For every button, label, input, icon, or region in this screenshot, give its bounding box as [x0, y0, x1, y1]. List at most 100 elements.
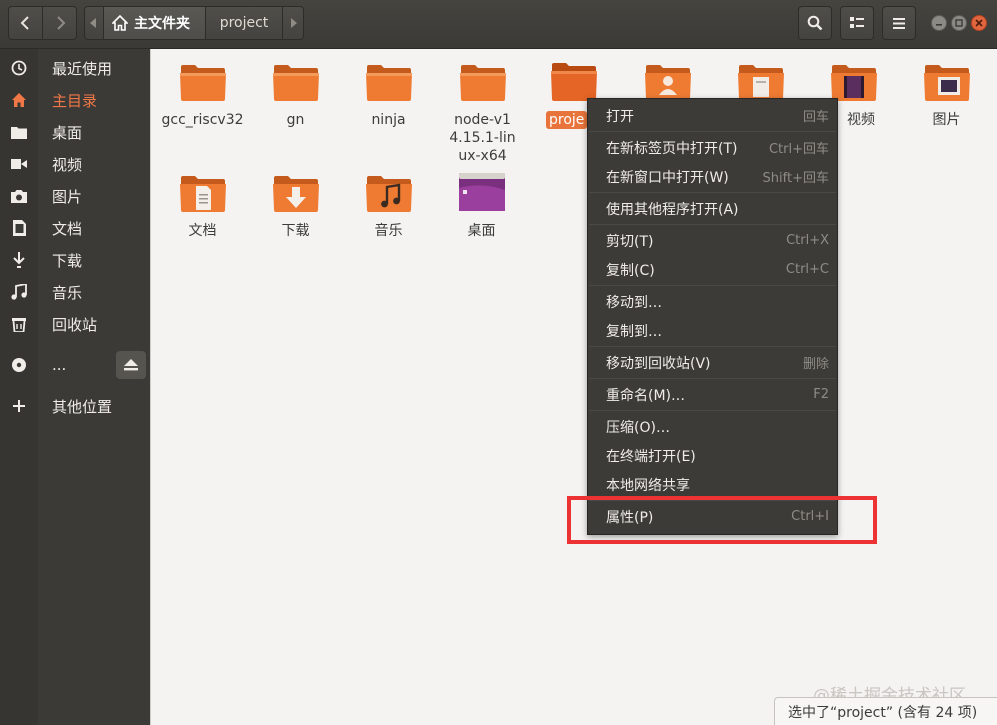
file-name: 音乐 [374, 223, 403, 239]
sidebar-item-label: 音乐 [52, 283, 83, 302]
close-button[interactable] [971, 15, 987, 31]
file-item[interactable]: 桌面 [435, 172, 528, 240]
home-icon [0, 84, 38, 116]
file-name: gn [286, 112, 305, 128]
folder-desktop-icon [458, 172, 506, 216]
sidebar-item-label: ... [52, 356, 67, 374]
eject-button[interactable] [116, 351, 146, 379]
folder-icon [365, 61, 413, 105]
sidebar-item-downloads[interactable]: 下载 [0, 244, 150, 276]
sidebar-item-music[interactable]: 音乐 [0, 276, 150, 308]
menu-separator [589, 224, 836, 225]
file-item[interactable]: node-v14.15.1-linux-x64 [435, 61, 530, 165]
sidebar-item-pictures[interactable]: 图片 [0, 180, 150, 212]
maximize-button[interactable] [951, 15, 967, 31]
file-item[interactable]: 图片 [900, 61, 993, 129]
menu-item-cut[interactable]: 剪切(T) Ctrl+X [588, 226, 837, 255]
sidebar-item-label: 文档 [52, 219, 83, 238]
breadcrumb-project[interactable]: project [205, 6, 283, 40]
file-name: ninja [371, 112, 406, 128]
menu-item-label: 复制(C) [606, 262, 655, 279]
folder-pictures-icon [923, 61, 971, 105]
menu-item-label: 复制到… [606, 323, 662, 340]
camera-icon [0, 180, 38, 212]
close-icon [975, 19, 983, 27]
folder-music-icon [365, 172, 413, 216]
menu-item-copy[interactable]: 复制(C) Ctrl+C [588, 255, 837, 284]
menu-item-label: 使用其他程序打开(A) [606, 201, 739, 218]
home-icon [112, 15, 128, 31]
menu-separator [589, 285, 836, 286]
sidebar-item-label: 其他位置 [52, 397, 113, 416]
file-name: proje [546, 111, 588, 129]
menu-item-open-in-terminal[interactable]: 在终端打开(E) [588, 441, 837, 470]
breadcrumb-home[interactable]: 主文件夹 [103, 6, 206, 40]
path-scroll-left-button[interactable] [84, 6, 104, 40]
menu-separator [589, 410, 836, 411]
menu-item-move-to[interactable]: 移动到… [588, 287, 837, 316]
annotation-highlight-box [567, 496, 877, 544]
menu-item-accel: F2 [813, 387, 829, 402]
menu-separator [589, 378, 836, 379]
menu-item-accel: 删除 [802, 357, 829, 372]
sidebar-item-trash[interactable]: 回收站 [0, 308, 150, 340]
menu-item-rename[interactable]: 重命名(M)… F2 [588, 380, 837, 409]
trash-icon [0, 308, 38, 340]
file-item[interactable]: 文档 [156, 172, 249, 240]
sidebar-item-other-locations[interactable]: 其他位置 [0, 390, 150, 422]
file-item[interactable]: 下载 [249, 172, 342, 240]
sidebar-item-desktop[interactable]: 桌面 [0, 116, 150, 148]
sidebar-item-label: 下载 [52, 251, 83, 270]
selection-status-text: 选中了“project” (含有 24 项) [788, 704, 978, 721]
sidebar-item-videos[interactable]: 视频 [0, 148, 150, 180]
menu-item-copy-to[interactable]: 复制到… [588, 316, 837, 345]
file-item[interactable]: gcc_riscv32 [156, 61, 249, 129]
sidebar-item-label: 最近使用 [52, 59, 113, 78]
file-grid[interactable]: gcc_riscv32 gn ninja node-v14.15.1-linux… [151, 49, 997, 725]
file-item[interactable]: ninja [342, 61, 435, 129]
menu-item-open-with[interactable]: 使用其他程序打开(A) [588, 194, 837, 223]
search-button[interactable] [798, 6, 832, 40]
minimize-icon [936, 24, 942, 26]
file-name: 文档 [188, 223, 217, 239]
file-item[interactable]: 音乐 [342, 172, 435, 240]
download-icon [0, 244, 38, 276]
document-icon [0, 212, 38, 244]
folder-icon [0, 116, 38, 148]
minimize-button[interactable] [931, 15, 947, 31]
menu-button[interactable] [882, 6, 916, 40]
file-name: 下载 [281, 223, 310, 239]
menu-item-move-to-trash[interactable]: 移动到回收站(V) 删除 [588, 348, 837, 377]
menu-item-open[interactable]: 打开 回车 [588, 101, 837, 130]
menu-item-label: 剪切(T) [606, 233, 654, 250]
menu-separator [589, 192, 836, 193]
view-options-button[interactable] [840, 6, 874, 40]
menu-item-label: 移动到回收站(V) [606, 355, 711, 372]
menu-item-local-network-share[interactable]: 本地网络共享 [588, 470, 837, 499]
back-button[interactable] [8, 6, 43, 40]
plus-icon [0, 390, 38, 422]
sidebar-item-home[interactable]: 主目录 [0, 84, 150, 116]
menu-item-label: 在终端打开(E) [606, 448, 696, 465]
menu-item-label: 在新标签页中打开(T) [606, 140, 738, 157]
menu-item-compress[interactable]: 压缩(O)… [588, 412, 837, 441]
forward-button[interactable] [42, 6, 77, 40]
menu-separator [589, 131, 836, 132]
music-icon [0, 276, 38, 308]
menu-item-accel: Ctrl+回车 [768, 142, 829, 157]
triangle-left-icon [90, 18, 96, 28]
menu-item-label: 压缩(O)… [606, 419, 670, 436]
file-item[interactable]: gn [249, 61, 342, 129]
menu-item-open-new-window[interactable]: 在新窗口中打开(W) Shift+回车 [588, 162, 837, 191]
menu-item-label: 重命名(M)… [606, 387, 686, 404]
breadcrumb-project-label: project [219, 15, 269, 31]
disc-icon [0, 349, 38, 381]
video-icon [0, 148, 38, 180]
sidebar-item-documents[interactable]: 文档 [0, 212, 150, 244]
path-scroll-right-button[interactable] [282, 6, 304, 40]
menu-item-accel: Ctrl+C [785, 262, 829, 277]
sidebar-item-recent[interactable]: 最近使用 [0, 52, 150, 84]
chevron-right-icon [56, 16, 65, 30]
menu-item-open-new-tab[interactable]: 在新标签页中打开(T) Ctrl+回车 [588, 133, 837, 162]
header-bar: 主文件夹 project [0, 0, 997, 49]
